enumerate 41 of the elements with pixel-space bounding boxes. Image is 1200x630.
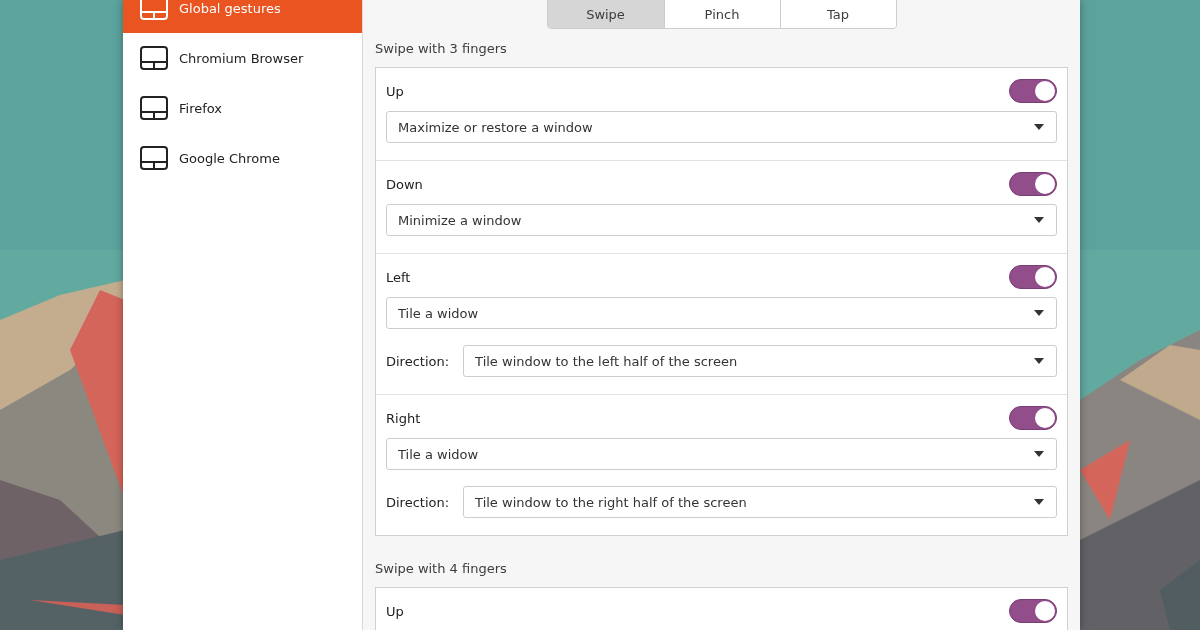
touchpad-icon: [140, 46, 168, 70]
section-title: Swipe with 3 fingers: [375, 41, 508, 56]
caret-icon: [1034, 451, 1044, 457]
item-label: Global gestures: [179, 0, 281, 16]
tab[interactable]: Tap: [779, 0, 896, 28]
dropdown[interactable]: Maximize or restore a window: [386, 111, 1057, 143]
sidebar-item[interactable]: Firefox: [123, 83, 362, 133]
item-label: Chromium Browser: [179, 50, 304, 66]
dropdown[interactable]: Tile a widow: [386, 438, 1057, 470]
touchpad-icon: [140, 146, 168, 170]
caret-icon: [1034, 499, 1044, 505]
caret-icon: [1034, 310, 1044, 316]
sidebar-item[interactable]: Chromium Browser: [123, 33, 362, 83]
toggle-switch[interactable]: [1009, 265, 1057, 289]
sidebar-item[interactable]: Google Chrome: [123, 133, 362, 183]
tab[interactable]: Pinch: [663, 0, 780, 28]
toggle-switch[interactable]: [1009, 406, 1057, 430]
gesture-label: Left: [386, 269, 411, 285]
toggle-switch[interactable]: [1009, 599, 1057, 623]
caret-icon: [1034, 217, 1044, 223]
dropdown[interactable]: Minimize a window: [386, 204, 1057, 236]
dropdown[interactable]: Tile window to the left half of the screen: [463, 345, 1057, 377]
touchpad-icon: [140, 96, 168, 120]
direction-label: Direction:: [386, 494, 450, 510]
gesture-label: Right: [386, 410, 421, 426]
direction-label: Direction:: [386, 353, 450, 369]
item-label: Firefox: [179, 100, 223, 116]
caret-icon: [1034, 358, 1044, 364]
caret-icon: [1034, 124, 1044, 130]
toggle-switch[interactable]: [1009, 79, 1057, 103]
item-label: Google Chrome: [179, 150, 280, 166]
touchpad-icon: [140, 0, 168, 20]
gesture-label: Up: [386, 603, 404, 619]
sidebar-item[interactable]: Global gestures: [123, 0, 362, 33]
dropdown[interactable]: Tile window to the right half of the screen: [463, 486, 1057, 518]
toggle-switch[interactable]: [1009, 172, 1057, 196]
dropdown[interactable]: Tile a widow: [386, 297, 1057, 329]
section-title: Swipe with 4 fingers: [375, 561, 508, 576]
gesture-label: Up: [386, 83, 404, 99]
gesture-label: Down: [386, 176, 423, 192]
tab[interactable]: Swipe: [547, 0, 664, 28]
